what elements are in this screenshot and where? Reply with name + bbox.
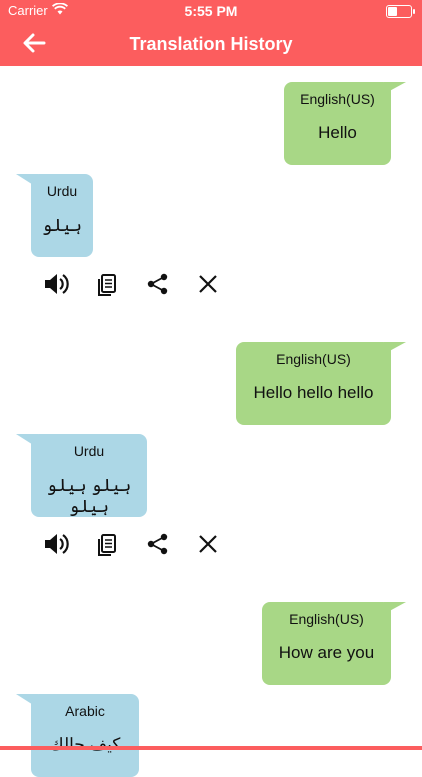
speaker-icon[interactable] — [42, 270, 70, 298]
copy-icon[interactable] — [94, 530, 122, 558]
bubble-tail — [384, 602, 406, 614]
page-title: Translation History — [129, 34, 293, 54]
bubble-tail — [384, 82, 406, 94]
bubble-tail — [384, 342, 406, 354]
source-language: English(US) — [300, 91, 375, 107]
entry-actions — [42, 270, 232, 300]
share-icon[interactable] — [144, 270, 172, 298]
source-language: English(US) — [289, 611, 364, 627]
target-text: كيف حالك — [49, 735, 121, 754]
target-language: Arabic — [65, 703, 105, 719]
source-bubble: English(US) Hello hello hello — [236, 342, 391, 425]
app-header: Carrier 5:55 PM Translation History — [0, 0, 422, 66]
target-language: Urdu — [46, 183, 78, 199]
source-bubble: English(US) Hello — [284, 82, 391, 165]
speaker-icon[interactable] — [42, 530, 70, 558]
close-icon[interactable] — [194, 530, 222, 558]
close-icon[interactable] — [194, 270, 222, 298]
source-text: How are you — [278, 643, 375, 662]
bottom-accent-bar — [0, 746, 422, 750]
target-language: Urdu — [73, 443, 105, 459]
target-text: ہیلو — [42, 216, 82, 235]
status-time: 5:55 PM — [184, 3, 238, 19]
copy-icon[interactable] — [94, 270, 122, 298]
entry-actions — [42, 530, 232, 560]
status-bar: Carrier 5:55 PM — [0, 0, 422, 22]
target-bubble: Arabic كيف حالك — [31, 694, 139, 777]
target-text: ہیلو ہیلو ہیلو — [46, 476, 132, 516]
share-icon[interactable] — [144, 530, 172, 558]
source-bubble: English(US) How are you — [262, 602, 391, 685]
battery-icon — [386, 5, 415, 18]
source-language: English(US) — [276, 351, 351, 367]
source-text: Hello — [318, 123, 357, 142]
source-text: Hello hello hello — [253, 383, 374, 402]
target-bubble: Urdu ہیلو — [31, 174, 93, 257]
target-bubble: Urdu ہیلو ہیلو ہیلو — [31, 434, 147, 517]
